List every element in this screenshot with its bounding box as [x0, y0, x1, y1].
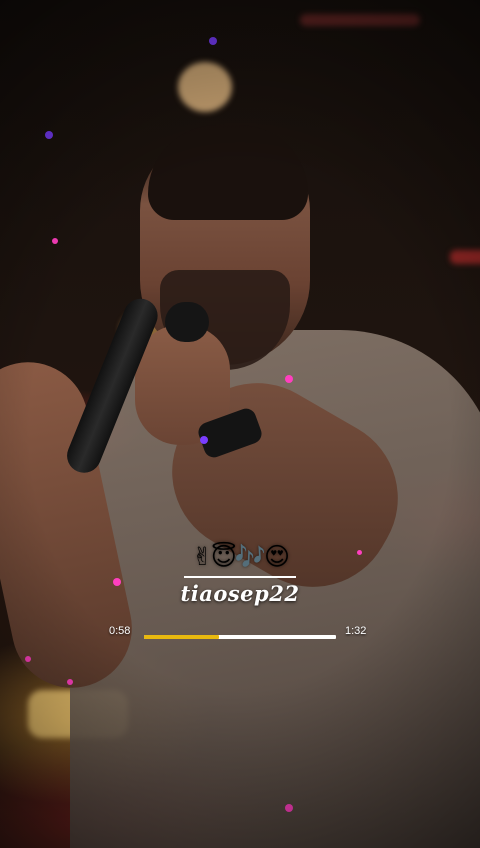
- playback-bar: 0:58 1:32: [109, 624, 369, 642]
- progress-track[interactable]: [144, 635, 336, 639]
- current-time: 0:58: [109, 625, 131, 637]
- caption-divider: [184, 576, 296, 578]
- background-photo: [0, 0, 480, 848]
- total-time: 1:32: [345, 625, 367, 637]
- vignette: [0, 0, 480, 848]
- progress-fill: [144, 635, 219, 639]
- caption-overlay: ✌😇🎶😍 tiaosep22: [0, 540, 480, 606]
- emoji-line: ✌😇🎶😍: [191, 542, 290, 571]
- creator-handle: tiaosep22: [180, 581, 300, 606]
